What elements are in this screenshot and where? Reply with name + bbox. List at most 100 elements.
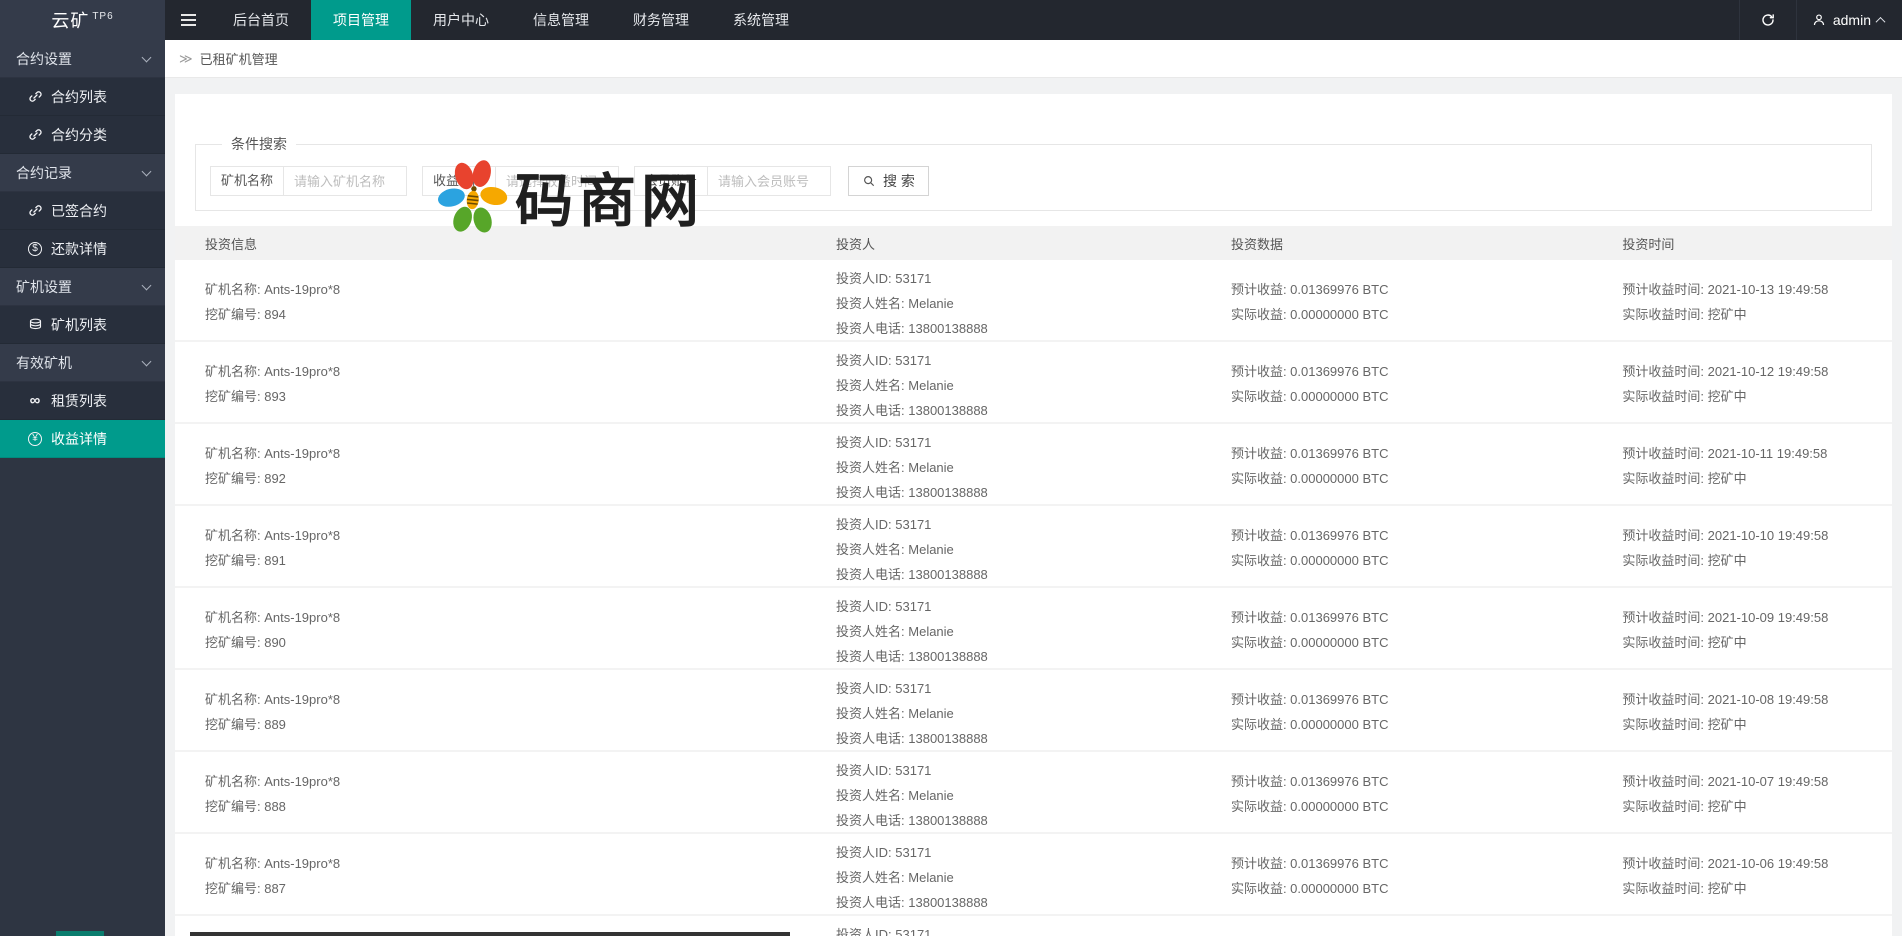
cell-line: 挖矿编号: 889 [205,712,836,737]
investor-cell: 投资人ID: 53171投资人姓名: Melanie投资人电话: 1380013… [836,424,1231,505]
search-input[interactable] [708,167,830,195]
investor-cell: 投资人ID: 53171投资人姓名: Melanie投资人电话: 1380013… [836,506,1231,587]
cell-line: 实际收益: 0.00000000 BTC [1231,876,1622,901]
cell-line: 实际收益时间: 挖矿中 [1622,712,1892,737]
cell-line: 投资人ID: 53171 [836,758,1231,783]
investment-data-cell: 预计收益: 0.01369976 BTC实际收益: 0.00000000 BTC [1231,506,1622,587]
investment-info-cell: 矿机名称: Ants-19pro*8挖矿编号: 892 [175,424,836,505]
nav-item[interactable]: 项目管理 [311,0,411,40]
chevron-down-icon [142,166,152,176]
cell-line: 实际收益: 0.00000000 BTC [1231,548,1622,573]
investment-data-cell: 预计收益: 0.01369976 BTC实际收益: 0.00000000 BTC [1231,752,1622,833]
search-input[interactable] [496,167,618,195]
investment-info-cell: 矿机名称: Ants-19pro*8挖矿编号: 891 [175,506,836,587]
search-button[interactable]: 搜 索 [848,166,929,196]
investment-data-cell: 预计收益: 0.01369976 BTC实际收益: 0.00000000 BTC [1231,424,1622,505]
cell-line: 矿机名称: Ants-19pro*8 [205,359,836,384]
sidebar-group-label: 有效矿机 [16,353,72,373]
table-body: 矿机名称: Ants-19pro*8挖矿编号: 894 投资人ID: 53171… [175,260,1892,936]
menu-toggle-icon[interactable] [165,0,211,40]
investor-cell: 投资人ID: 53171投资人姓名: Melanie投资人电话: 1380013… [836,670,1231,751]
sidebar-item-label: 矿机列表 [51,315,107,335]
chevron-up-icon [1876,16,1886,26]
investment-info-cell: 矿机名称: Ants-19pro*8挖矿编号: 894 [175,260,836,341]
search-field-label: 收益时间 [423,167,496,195]
cell-line: 矿机名称: Ants-19pro*8 [205,851,836,876]
investor-cell: 投资人ID: 53171投资人姓名: Melanie投资人电话: 1380013… [836,752,1231,833]
cell-line: 矿机名称: Ants-19pro*8 [205,277,836,302]
search-field: 矿机名称 [210,166,407,196]
table-row: 矿机名称: Ants-19pro*8挖矿编号: 892 投资人ID: 53171… [175,424,1892,506]
refresh-icon [1760,12,1776,28]
table-header-cell: 投资信息 [175,234,836,253]
investment-info-cell: 矿机名称: Ants-19pro*8挖矿编号: 887 [175,834,836,915]
sidebar-item[interactable]: 合约分类 [0,116,165,154]
sidebar-item[interactable]: $ 还款详情 [0,230,165,268]
search-field-label: 会员账号 [635,167,708,195]
investor-cell: 投资人ID: 53171投资人姓名: Melanie投资人电话: 1380013… [836,342,1231,423]
link-icon [27,203,43,219]
investment-data-cell: 预计收益: 0.01369976 BTC实际收益: 0.00000000 BTC [1231,260,1622,341]
brand-logo[interactable]: 云矿TP6 [0,0,165,40]
cell-line: 投资人ID: 53171 [836,840,1231,865]
nav-item[interactable]: 用户中心 [411,0,511,40]
cell-line: 投资人ID: 53171 [836,676,1231,701]
cell-line: 投资人电话: 13800138888 [836,480,1231,505]
investment-time-cell: 预计收益时间: 2021-10-10 19:49:58实际收益时间: 挖矿中 [1622,506,1892,587]
cell-line: 挖矿编号: 892 [205,466,836,491]
yen-circle-icon: ¥ [27,431,43,447]
nav-item[interactable]: 信息管理 [511,0,611,40]
cell-line: 投资人姓名: Melanie [836,865,1231,890]
sidebar-item[interactable]: 矿机列表 [0,306,165,344]
investment-info-cell: 矿机名称: Ants-19pro*8挖矿编号: 889 [175,670,836,751]
cell-line: 实际收益时间: 挖矿中 [1622,302,1892,327]
investor-cell: 投资人ID: 53171投资人姓名: Melanie投资人电话: 1380013… [836,834,1231,915]
search-field: 会员账号 [634,166,831,196]
search-input[interactable] [284,167,406,195]
sidebar-group[interactable]: 矿机设置 [0,268,165,306]
sidebar-group[interactable]: 有效矿机 [0,344,165,382]
sidebar-item[interactable]: ¥ 收益详情 [0,420,165,458]
cell-line: 投资人姓名: Melanie [836,455,1231,480]
top-nav-items: 后台首页项目管理用户中心信息管理财务管理系统管理 [211,0,811,40]
cell-line: 预计收益时间: 2021-10-11 19:49:58 [1622,441,1892,466]
cell-line: 投资人姓名: Melanie [836,537,1231,562]
user-menu[interactable]: admin [1797,0,1902,40]
cropped-watermark-sliver [190,932,790,936]
sidebar-group[interactable]: 合约设置 [0,40,165,78]
brand-title: 云矿 [51,7,89,33]
bottom-edge-decoration [56,931,104,936]
cell-line: 矿机名称: Ants-19pro*8 [205,605,836,630]
investment-data-cell: 预计收益: 0.01369976 BTC [1231,916,1622,936]
sidebar-item[interactable]: 合约列表 [0,78,165,116]
cell-line: 实际收益时间: 挖矿中 [1622,876,1892,901]
cell-line: 投资人ID: 53171 [836,594,1231,619]
sidebar-item-label: 租赁列表 [51,391,107,411]
nav-item[interactable]: 系统管理 [711,0,811,40]
sidebar-item[interactable]: 已签合约 [0,192,165,230]
refresh-button[interactable] [1739,0,1797,40]
cell-line: 预计收益: 0.01369976 BTC [1231,441,1622,466]
cell-line: 投资人ID: 53171 [836,348,1231,373]
nav-item[interactable]: 后台首页 [211,0,311,40]
investment-data-cell: 预计收益: 0.01369976 BTC实际收益: 0.00000000 BTC [1231,670,1622,751]
sidebar-item-label: 合约分类 [51,125,107,145]
search-fields-row: 矿机名称 收益时间 会员账号 搜 索 [210,166,1857,196]
cell-line: 预计收益: 0.01369976 BTC [1231,605,1622,630]
nav-item[interactable]: 财务管理 [611,0,711,40]
brand-version: TP6 [92,11,113,22]
breadcrumb: ≫ 已租矿机管理 [165,40,1902,78]
cell-line: 预计收益: 0.01369976 BTC [1231,687,1622,712]
username: admin [1833,12,1871,28]
cell-line: 预计收益: 0.01369976 BTC [1231,523,1622,548]
cell-line: 挖矿编号: 890 [205,630,836,655]
sidebar-group[interactable]: 合约记录 [0,154,165,192]
investment-time-cell: 预计收益时间: 2021-10-11 19:49:58实际收益时间: 挖矿中 [1622,424,1892,505]
cell-line: 投资人姓名: Melanie [836,291,1231,316]
table-row: 矿机名称: Ants-19pro*8挖矿编号: 891 投资人ID: 53171… [175,506,1892,588]
sidebar: 合约设置 合约列表 合约分类 合约记录 已签合约 $ 还款详情 矿机设置 矿机列… [0,40,165,936]
cell-line: 投资人姓名: Melanie [836,373,1231,398]
sidebar-item[interactable]: ∞ 租赁列表 [0,382,165,420]
search-icon [862,174,876,188]
cell-line: 矿机名称: Ants-19pro*8 [205,523,836,548]
